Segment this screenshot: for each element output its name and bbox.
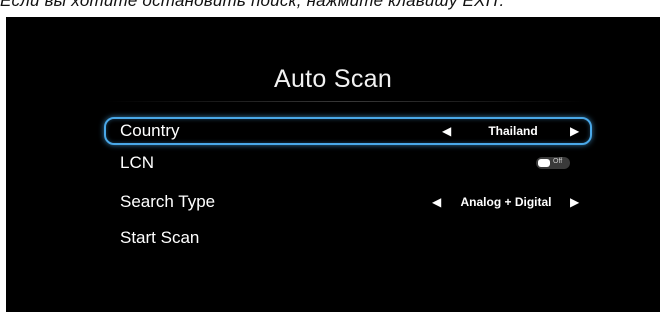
toggle-knob — [538, 159, 550, 167]
start-scan-row[interactable]: Start Scan — [104, 224, 592, 252]
country-value: Thailand — [488, 124, 538, 138]
tv-screen: Auto Scan Country ◀ Thailand ▶ LCN Off S… — [6, 17, 660, 312]
search-type-value: Analog + Digital — [460, 195, 552, 209]
start-scan-label: Start Scan — [120, 228, 200, 247]
toggle-state-text: Off — [553, 158, 563, 165]
page-caption: Если вы хотите остановить поиск, нажмите… — [0, 0, 505, 10]
lcn-toggle[interactable]: Off — [536, 157, 570, 169]
title-divider — [106, 101, 586, 102]
left-arrow-icon[interactable]: ◀ — [442, 124, 451, 138]
left-arrow-icon[interactable]: ◀ — [432, 195, 441, 209]
lcn-row[interactable]: LCN Off — [104, 149, 592, 177]
country-row[interactable]: Country ◀ Thailand ▶ — [104, 117, 592, 145]
search-type-row[interactable]: Search Type ◀ Analog + Digital ▶ — [104, 188, 592, 216]
page-title: Auto Scan — [273, 65, 393, 93]
right-arrow-icon[interactable]: ▶ — [570, 195, 579, 209]
country-label: Country — [120, 121, 180, 140]
right-arrow-icon[interactable]: ▶ — [570, 124, 579, 138]
lcn-label: LCN — [120, 153, 155, 172]
search-type-label: Search Type — [120, 192, 216, 211]
